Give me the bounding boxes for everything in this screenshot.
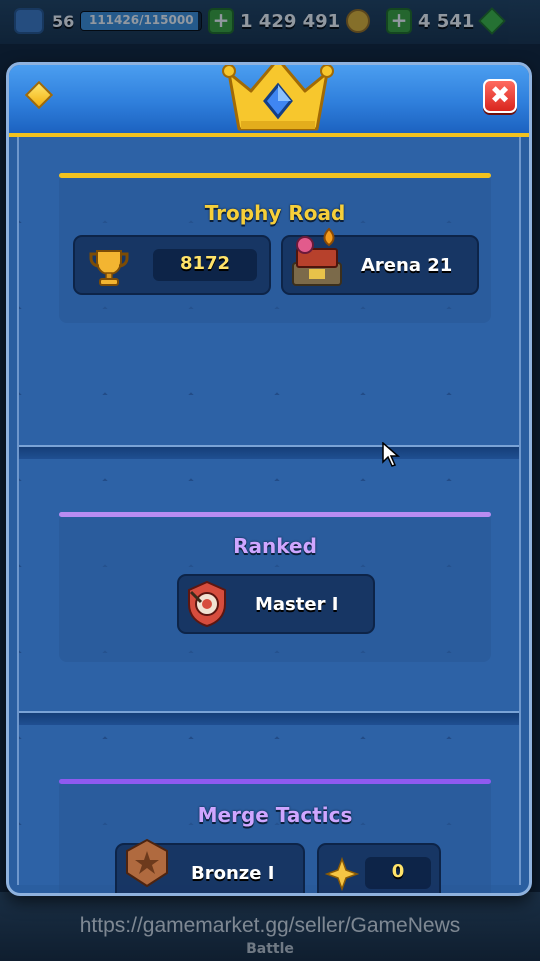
ranked-league: Master I [255,594,339,615]
close-button[interactable]: ✖ [483,79,517,113]
merge-tactics-title: Merge Tactics [197,803,353,827]
level-number: 56 [52,11,75,31]
merge-rank: Bronze I [191,863,275,884]
merge-stars: 0 [391,861,405,882]
nav-battle-label[interactable]: Battle [0,941,540,957]
level-area[interactable]: 56 111426/115000 [14,8,203,34]
ranked-league-pill[interactable]: Master I [177,574,375,634]
xp-bar: 111426/115000 [80,11,203,31]
watermark: https://gamemarket.gg/seller/GameNews [79,914,461,937]
resource-bar: 56 111426/115000 + 1 429 491 + 4 541 [0,0,540,44]
merge-tactics-card: Merge Tactics Bronze I 0 [59,779,491,893]
arena-pill[interactable]: Arena 21 [281,227,479,295]
ranked-badge-icon [188,580,226,628]
arena-icon [292,227,342,286]
level-badge-icon [14,8,44,34]
modal-body: Trophy Road 8172 Arena 21 Ranked Master … [17,137,521,893]
arena-name: Arena 21 [361,255,453,276]
trophy-road-card: Trophy Road 8172 Arena 21 [59,173,491,323]
trophy-icon [89,250,129,286]
ranked-accent-line [59,512,491,517]
merge-stars-pill[interactable]: 0 [317,843,441,893]
rankings-modal: ✖ Trophy Road 8172 Arena 21 Ranked Maste… [6,62,532,896]
gems-area[interactable]: + 4 541 [386,7,506,35]
gold-value: 1 429 491 [240,10,341,32]
star-icon [325,857,359,891]
section-divider [19,711,519,725]
merge-rank-pill[interactable]: Bronze I [115,838,305,893]
ranked-card: Ranked Master I [59,512,491,662]
gem-icon [478,7,506,35]
crown-icon [222,65,334,131]
mouse-cursor-icon [382,442,400,467]
trophy-road-accent-line [59,173,491,178]
xp-text: 111426/115000 [88,13,194,27]
gems-value: 4 541 [418,10,475,32]
bronze-rank-icon [126,838,168,888]
merge-tactics-accent-line [59,779,491,784]
trophy-count: 8172 [179,253,231,274]
gold-coin-icon [346,9,371,33]
section-divider [19,445,519,459]
trophy-count-pill[interactable]: 8172 [73,235,271,295]
header-gem-icon [24,80,54,110]
trophy-road-title: Trophy Road [204,201,346,225]
add-gold-button[interactable]: + [208,8,234,34]
ranked-title: Ranked [233,534,317,558]
add-gems-button[interactable]: + [386,8,412,34]
gold-area[interactable]: + 1 429 491 [208,8,371,34]
